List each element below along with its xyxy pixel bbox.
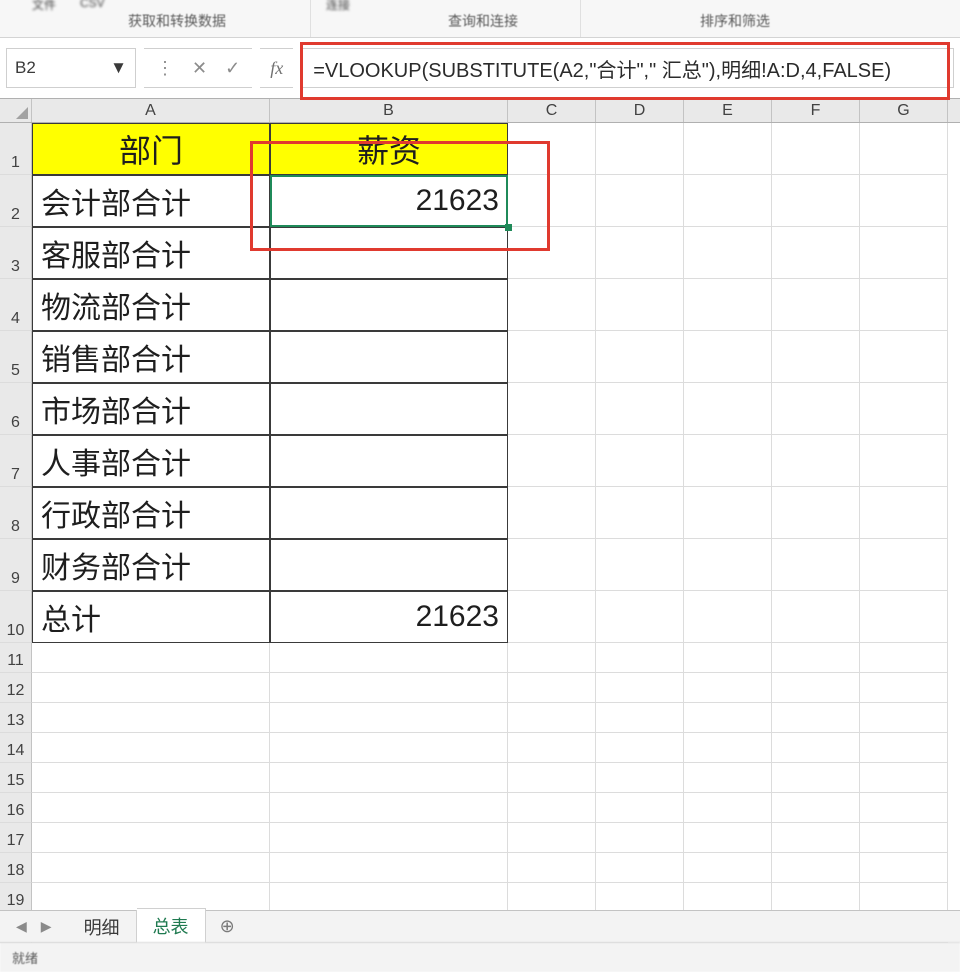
select-all-triangle[interactable]: [0, 99, 32, 122]
row-15-header[interactable]: 15: [0, 763, 32, 793]
cell-A9[interactable]: 财务部合计: [32, 539, 270, 591]
row-10-header[interactable]: 10: [0, 591, 32, 643]
grid-body[interactable]: 1 部门 薪资 2 会计部合计 21623 3 客服部合计 4 物流部合计 5 …: [0, 123, 960, 943]
row-9-header[interactable]: 9: [0, 539, 32, 591]
row-3-header[interactable]: 3: [0, 227, 32, 279]
sheet-tab-bar: ◀ ▶ 明细 总表 ⊕: [0, 910, 960, 942]
cell-B10[interactable]: 21623: [270, 591, 508, 643]
cell-A6[interactable]: 市场部合计: [32, 383, 270, 435]
row-6-header[interactable]: 6: [0, 383, 32, 435]
cell-A7[interactable]: 人事部合计: [32, 435, 270, 487]
cell-A1[interactable]: 部门: [32, 123, 270, 175]
col-E-header[interactable]: E: [684, 99, 772, 122]
col-C-header[interactable]: C: [508, 99, 596, 122]
sheet-tab-summary[interactable]: 总表: [137, 908, 206, 946]
cell-A3[interactable]: 客服部合计: [32, 227, 270, 279]
cell-A5[interactable]: 销售部合计: [32, 331, 270, 383]
row-7-header[interactable]: 7: [0, 435, 32, 487]
cell-B3[interactable]: [270, 227, 508, 279]
cell-B6[interactable]: [270, 383, 508, 435]
col-F-header[interactable]: F: [772, 99, 860, 122]
column-headers: A B C D E F G: [0, 98, 960, 123]
status-mode: 就绪: [12, 948, 38, 967]
cell-A4[interactable]: 物流部合计: [32, 279, 270, 331]
sheet-tab-detail[interactable]: 明细: [68, 910, 137, 944]
cell-E2[interactable]: [684, 175, 772, 227]
cell-B1[interactable]: 薪资: [270, 123, 508, 175]
status-bar: 就绪: [0, 942, 960, 972]
cell-F2[interactable]: [772, 175, 860, 227]
cell-C2[interactable]: [508, 175, 596, 227]
cell-B9[interactable]: [270, 539, 508, 591]
cell-B2[interactable]: 21623: [270, 175, 508, 227]
formula-input[interactable]: =VLOOKUP(SUBSTITUTE(A2,"合计"," 汇总"),明细!A:…: [301, 48, 954, 88]
col-G-header[interactable]: G: [860, 99, 948, 122]
cell-G1[interactable]: [860, 123, 948, 175]
row-5-header[interactable]: 5: [0, 331, 32, 383]
col-D-header[interactable]: D: [596, 99, 684, 122]
row-11-header[interactable]: 11: [0, 643, 32, 673]
cell-E1[interactable]: [684, 123, 772, 175]
cancel-formula-icon[interactable]: ✕: [192, 58, 207, 79]
cell-B5[interactable]: [270, 331, 508, 383]
sheet-nav-arrows[interactable]: ◀ ▶: [0, 918, 68, 935]
col-B-header[interactable]: B: [270, 99, 508, 122]
row-16-header[interactable]: 16: [0, 793, 32, 823]
formula-bar-buttons: ⋮ ✕ ✓: [144, 48, 252, 88]
cell-B8[interactable]: [270, 487, 508, 539]
ribbon-group-get-transform: 获取和转换数据: [128, 11, 226, 31]
cell-B7[interactable]: [270, 435, 508, 487]
row-12-header[interactable]: 12: [0, 673, 32, 703]
active-cell-fill-handle[interactable]: [505, 224, 512, 231]
cell-G2[interactable]: [860, 175, 948, 227]
formula-text: =VLOOKUP(SUBSTITUTE(A2,"合计"," 汇总"),明细!A:…: [313, 54, 891, 83]
row-13-header[interactable]: 13: [0, 703, 32, 733]
row-14-header[interactable]: 14: [0, 733, 32, 763]
cell-A8[interactable]: 行政部合计: [32, 487, 270, 539]
sheet-prev-icon[interactable]: ◀: [16, 918, 27, 935]
cell-C1[interactable]: [508, 123, 596, 175]
row-2-header[interactable]: 2: [0, 175, 32, 227]
row-17-header[interactable]: 17: [0, 823, 32, 853]
add-sheet-icon[interactable]: ⊕: [206, 916, 249, 937]
cell-A10[interactable]: 总计: [32, 591, 270, 643]
ribbon-groups: 文件 CSV 连接 获取和转换数据 查询和连接 排序和筛选: [0, 0, 960, 38]
accept-formula-icon[interactable]: ✓: [225, 58, 240, 79]
ribbon-group-queries: 查询和连接: [448, 11, 518, 31]
row-18-header[interactable]: 18: [0, 853, 32, 883]
ribbon-group-sort-filter: 排序和筛选: [700, 11, 770, 31]
fx-icon[interactable]: fx: [260, 48, 293, 88]
formula-more-icon[interactable]: ⋮: [156, 58, 174, 79]
row-1-header[interactable]: 1: [0, 123, 32, 175]
sheet-next-icon[interactable]: ▶: [41, 918, 52, 935]
col-A-header[interactable]: A: [32, 99, 270, 122]
cell-A2[interactable]: 会计部合计: [32, 175, 270, 227]
row-4-header[interactable]: 4: [0, 279, 32, 331]
cell-D2[interactable]: [596, 175, 684, 227]
row-19-header[interactable]: 19: [0, 883, 32, 913]
chevron-down-icon[interactable]: ▼: [110, 58, 127, 78]
row-8-header[interactable]: 8: [0, 487, 32, 539]
cell-B4[interactable]: [270, 279, 508, 331]
cell-F1[interactable]: [772, 123, 860, 175]
name-box-value: B2: [15, 58, 36, 78]
cell-D1[interactable]: [596, 123, 684, 175]
formula-bar-row: B2 ▼ ⋮ ✕ ✓ fx =VLOOKUP(SUBSTITUTE(A2,"合计…: [0, 38, 960, 98]
name-box[interactable]: B2 ▼: [6, 48, 136, 88]
